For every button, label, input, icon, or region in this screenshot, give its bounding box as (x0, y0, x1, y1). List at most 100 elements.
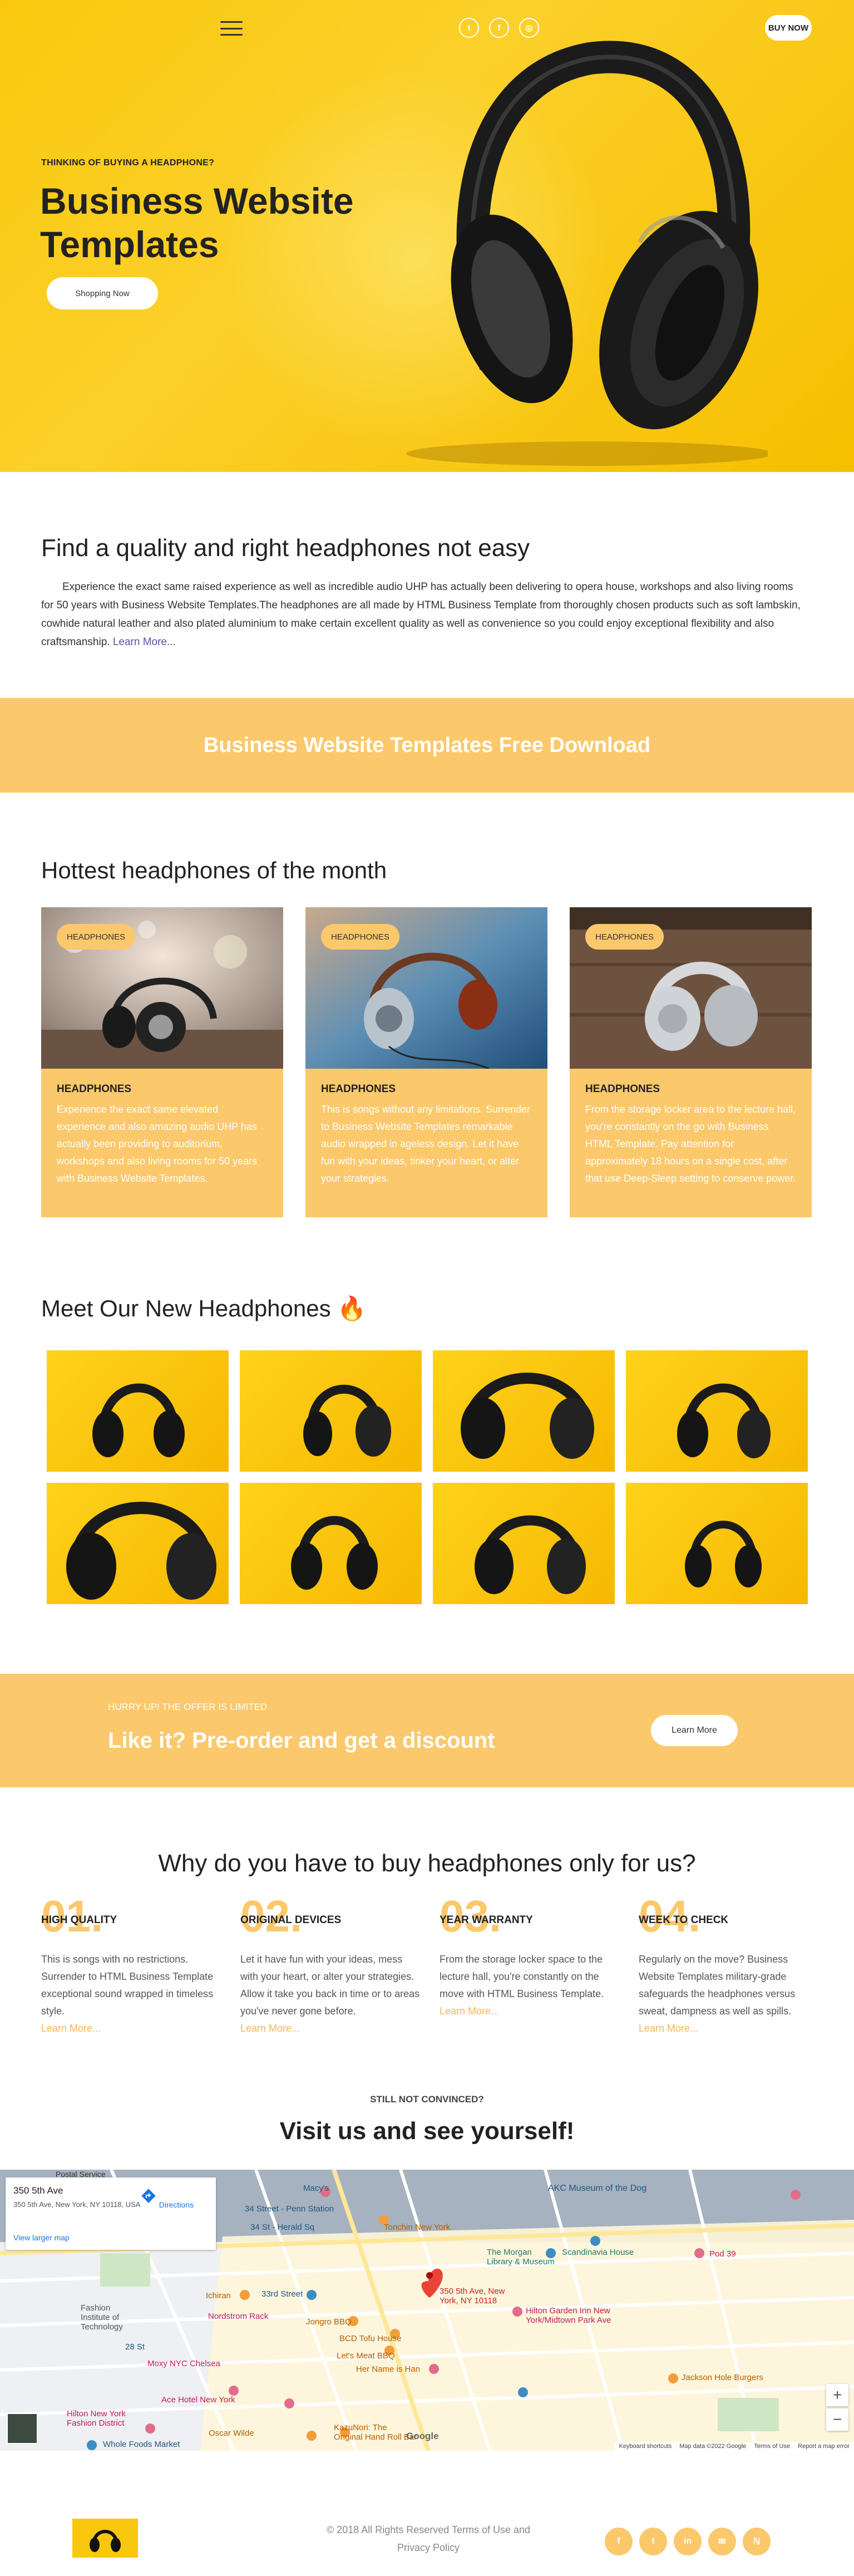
map-footer-link[interactable]: Keyboard shortcuts (619, 2443, 672, 2450)
gallery-tile[interactable] (626, 1350, 808, 1472)
gallery-tile[interactable] (47, 1350, 229, 1472)
feature-item: 01. HIGH QUALITY This is songs with no r… (41, 1894, 240, 2037)
linkedin-icon[interactable]: in (674, 2528, 702, 2555)
product-card[interactable]: HEADPHONES HEADPHONES Experience the exa… (41, 907, 283, 1217)
map-label: Moxy NYC Chelsea (147, 2359, 220, 2368)
offer-band: HURRY UP! THE OFFER IS LIMITED Like it? … (0, 1674, 854, 1787)
google-logo: Google (406, 2431, 439, 2441)
feature-learn-more-link[interactable]: Learn More... (240, 2023, 300, 2034)
product-image: HEADPHONES (41, 907, 283, 1069)
why-heading: Why do you have to buy headphones only f… (158, 1850, 696, 1877)
map-label: 34 Street - Penn Station (245, 2204, 334, 2214)
product-badge[interactable]: HEADPHONES (321, 924, 400, 950)
map-label: BCD Tofu House (339, 2334, 402, 2343)
map-footer-text: Map data ©2022 Google (679, 2443, 747, 2450)
meet-heading: Meet Our New Headphones 🔥 (41, 1295, 367, 1321)
page-footer: © 2018 All Rights Reserved Terms of Use … (0, 2451, 854, 2576)
map-label: Jongro BBQ (306, 2317, 352, 2327)
headphone-gallery (47, 1350, 813, 1604)
view-larger-map-link[interactable]: View larger map (13, 2233, 70, 2242)
map-label: Scandinavia House (562, 2248, 634, 2257)
free-download-band[interactable]: Business Website Templates Free Download (0, 698, 854, 793)
map-label: Ichiran (206, 2291, 231, 2300)
map-place-card: 350 5th Ave 350 5th Ave, New York, NY 10… (6, 2177, 216, 2250)
hero-eyebrow: THINKING OF BUYING A HEADPHONE? (41, 158, 215, 168)
product-title: HEADPHONES (585, 1083, 660, 1095)
email-icon[interactable]: ✉ (708, 2528, 736, 2555)
google-map[interactable]: Macy's 34 Street - Penn Station 34 St - … (0, 2170, 854, 2451)
map-label: Jackson Hole Burgers (682, 2373, 763, 2382)
map-label: Whole Foods Market (103, 2440, 180, 2449)
product-title: HEADPHONES (321, 1083, 396, 1095)
feature-text: Regularly on the move? Business Website … (639, 1954, 796, 2017)
quality-section: Find a quality and right headphones not … (0, 472, 854, 651)
product-image: HEADPHONES (570, 907, 812, 1069)
footer-copyright: © 2018 All Rights Reserved Terms of Use … (326, 2524, 531, 2553)
product-badge[interactable]: HEADPHONES (57, 924, 136, 950)
footer-logo[interactable] (72, 2519, 138, 2558)
shopping-now-button[interactable]: Shopping Now (47, 277, 158, 309)
product-description: From the storage locker area to the lect… (585, 1104, 796, 1184)
rss-icon[interactable]: ℕ (743, 2528, 771, 2555)
hottest-section: Hottest headphones of the month HEADPHON… (0, 793, 854, 1217)
map-label: AKC Museum of the Dog (548, 2184, 646, 2193)
zoom-out-button[interactable]: − (826, 2408, 848, 2431)
quality-paragraph: Experience the exact same raised experie… (41, 581, 801, 648)
feature-text: This is songs with no restrictions. Surr… (41, 1954, 214, 2017)
map-label: Oscar Wilde (209, 2428, 254, 2438)
map-pin-label: 350 5th Ave, New York, NY 10118 (440, 2287, 505, 2305)
footer-social-links: f t in ✉ ℕ (605, 2528, 771, 2555)
map-label: 33rd Street (261, 2289, 303, 2299)
gallery-tile[interactable] (47, 1483, 229, 1604)
offer-title: Like it? Pre-order and get a discount (108, 1728, 495, 1753)
why-section: Why do you have to buy headphones only f… (0, 1787, 854, 2037)
feature-learn-more-link[interactable]: Learn More... (41, 2023, 101, 2034)
feature-learn-more-link[interactable]: Learn More... (440, 2005, 499, 2017)
feature-title: WEEK TO CHECK (639, 1914, 729, 1926)
product-badge[interactable]: HEADPHONES (585, 924, 664, 950)
gallery-tile[interactable] (240, 1350, 422, 1472)
product-description: Experience the exact same elevated exper… (57, 1104, 258, 1184)
map-place-address: 350 5th Ave, New York, NY 10118, USA (13, 2200, 141, 2209)
buy-now-button[interactable]: BUY NOW (765, 15, 812, 41)
visit-title: Visit us and see yourself! (279, 2117, 575, 2145)
gallery-tile[interactable] (433, 1483, 615, 1604)
feature-text: From the storage locker space to the lec… (440, 1954, 604, 1999)
feature-learn-more-link[interactable]: Learn More... (639, 2023, 698, 2034)
twitter-icon[interactable]: t (639, 2528, 667, 2555)
product-image: HEADPHONES (305, 907, 547, 1069)
map-footer-link[interactable]: Report a map error (798, 2443, 850, 2450)
gallery-tile[interactable] (626, 1483, 808, 1604)
zoom-in-button[interactable]: + (826, 2384, 848, 2406)
feature-title: HIGH QUALITY (41, 1914, 117, 1926)
hero-section: t f ◎ BUY NOW THINKING OF BUYING A HEADP… (0, 0, 854, 472)
visit-pre-title: STILL NOT CONVINCED? (370, 2094, 484, 2105)
map-label: Tonchin New York (384, 2223, 451, 2232)
feature-title: ORIGINAL DEVICES (240, 1914, 342, 1926)
feature-title: YEAR WARRANTY (440, 1914, 533, 1926)
hero-title: Business Website Templates (40, 180, 354, 265)
map-label: 28 St (125, 2342, 145, 2352)
feature-item: 02. ORIGINAL DEVICES Let it have fun wit… (240, 1894, 440, 2037)
product-card[interactable]: HEADPHONES HEADPHONES From the storage l… (570, 907, 812, 1217)
feature-item: 03. YEAR WARRANTY From the storage locke… (440, 1894, 639, 2037)
map-label: Let's Meat BBQ (337, 2351, 395, 2361)
product-card[interactable]: HEADPHONES HEADPHONES This is songs with… (305, 907, 547, 1217)
map-label: Her Name is Han (356, 2364, 421, 2374)
quality-learn-more-link[interactable]: Learn More... (113, 636, 176, 648)
offer-hurry-text: HURRY UP! THE OFFER IS LIMITED (108, 1702, 268, 1712)
meet-section: Meet Our New Headphones 🔥 (0, 1217, 854, 1604)
product-title: HEADPHONES (57, 1083, 132, 1095)
map-thumbnail[interactable] (7, 2413, 38, 2444)
map-directions-button[interactable]: Directions (140, 2187, 194, 2209)
fire-icon: 🔥 (337, 1295, 367, 1321)
map-label: Ace Hotel New York (161, 2395, 235, 2405)
map-label: Pod 39 (709, 2249, 736, 2259)
offer-learn-more-button[interactable]: Learn More (651, 1715, 738, 1746)
gallery-tile[interactable] (433, 1350, 615, 1472)
free-download-label[interactable]: Business Website Templates Free Download (204, 734, 650, 758)
facebook-icon[interactable]: f (605, 2528, 633, 2555)
menu-hamburger-icon[interactable] (220, 21, 243, 36)
map-footer-link[interactable]: Terms of Use (754, 2443, 790, 2450)
gallery-tile[interactable] (240, 1483, 422, 1604)
